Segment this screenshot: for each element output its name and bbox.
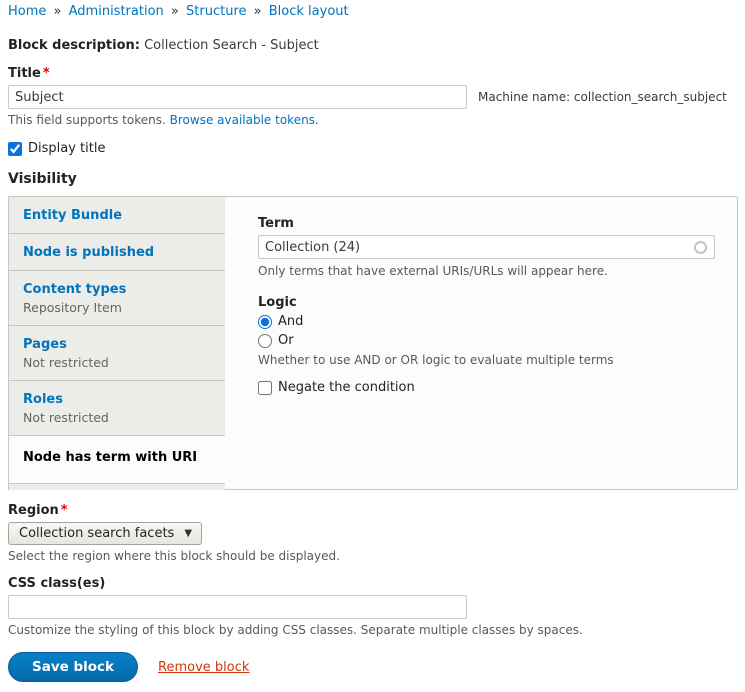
title-label-text: Title	[8, 66, 41, 81]
visibility-tab-node-is-published[interactable]: Node is published	[9, 234, 225, 271]
display-title-checkbox[interactable]	[8, 142, 22, 156]
remove-block-link[interactable]: Remove block	[158, 660, 249, 675]
browse-tokens-link[interactable]: Browse available tokens.	[170, 113, 319, 127]
visibility-heading: Visibility	[8, 171, 737, 187]
logic-or-radio[interactable]	[258, 334, 272, 348]
title-description-text: This field supports tokens.	[8, 113, 166, 127]
visibility-tab-entity-bundle[interactable]: Entity Bundle	[9, 197, 225, 234]
tab-summary: Not restricted	[23, 410, 211, 425]
logic-and-label[interactable]: And	[278, 314, 303, 329]
breadcrumb-link-home[interactable]: Home	[8, 4, 46, 19]
breadcrumb: Home » Administration » Structure » Bloc…	[8, 4, 737, 20]
css-classes-label: CSS class(es)	[8, 576, 737, 591]
required-mark: *	[61, 503, 68, 518]
logic-label: Logic	[258, 295, 715, 310]
machine-name-text: Machine name: collection_search_subject	[478, 90, 727, 104]
region-select[interactable]: Collection search facets ▼	[8, 522, 202, 545]
visibility-tab-list: Entity Bundle Node is published Content …	[8, 197, 225, 490]
required-mark: *	[43, 66, 50, 81]
tab-label: Entity Bundle	[23, 208, 211, 223]
tab-list-overflow-strip	[9, 483, 225, 490]
block-description: Block description: Collection Search - S…	[8, 38, 737, 53]
title-input[interactable]	[8, 85, 467, 109]
visibility-tab-roles[interactable]: Roles Not restricted	[9, 381, 225, 436]
tab-summary: Repository Item	[23, 300, 211, 315]
term-autocomplete-input[interactable]	[258, 235, 715, 259]
tab-label: Roles	[23, 392, 211, 407]
tab-label: Pages	[23, 337, 211, 352]
negate-condition-checkbox[interactable]	[258, 381, 272, 395]
display-title-label[interactable]: Display title	[28, 141, 105, 156]
logic-or-label[interactable]: Or	[278, 333, 294, 348]
css-classes-description: Customize the styling of this block by a…	[8, 623, 737, 637]
breadcrumb-link-structure[interactable]: Structure	[186, 4, 246, 19]
breadcrumb-link-block-layout[interactable]: Block layout	[269, 4, 349, 19]
tab-label: Content types	[23, 282, 211, 297]
chevron-down-icon: ▼	[184, 528, 192, 539]
breadcrumb-separator: »	[254, 4, 262, 19]
logic-and-radio[interactable]	[258, 315, 272, 329]
visibility-tab-pane: Term Only terms that have external URIs/…	[225, 197, 738, 490]
breadcrumb-separator: »	[171, 4, 179, 19]
breadcrumb-link-administration[interactable]: Administration	[69, 4, 164, 19]
tab-label: Node has term with URI	[23, 450, 211, 465]
visibility-tab-pages[interactable]: Pages Not restricted	[9, 326, 225, 381]
logic-description: Whether to use AND or OR logic to evalua…	[258, 353, 715, 367]
region-label-text: Region	[8, 503, 59, 518]
visibility-tab-node-has-term-with-uri[interactable]: Node has term with URI	[9, 436, 225, 483]
tab-summary: Not restricted	[23, 355, 211, 370]
breadcrumb-separator: »	[54, 4, 62, 19]
css-classes-input[interactable]	[8, 595, 467, 619]
title-label: Title*	[8, 66, 737, 81]
negate-condition-label[interactable]: Negate the condition	[278, 380, 415, 395]
region-select-value: Collection search facets	[19, 526, 174, 541]
block-description-label: Block description:	[8, 38, 140, 53]
term-label: Term	[258, 216, 715, 231]
tab-label: Node is published	[23, 245, 211, 260]
autocomplete-status-icon	[694, 241, 707, 254]
region-label: Region*	[8, 503, 737, 518]
block-description-value: Collection Search - Subject	[144, 38, 319, 53]
form-actions: Save block Remove block	[8, 652, 737, 682]
visibility-tab-content-types[interactable]: Content types Repository Item	[9, 271, 225, 326]
term-description: Only terms that have external URIs/URLs …	[258, 264, 715, 278]
save-block-button[interactable]: Save block	[8, 652, 138, 682]
title-description: This field supports tokens. Browse avail…	[8, 113, 737, 127]
region-description: Select the region where this block shoul…	[8, 549, 737, 563]
visibility-vertical-tabs: Entity Bundle Node is published Content …	[8, 196, 737, 490]
